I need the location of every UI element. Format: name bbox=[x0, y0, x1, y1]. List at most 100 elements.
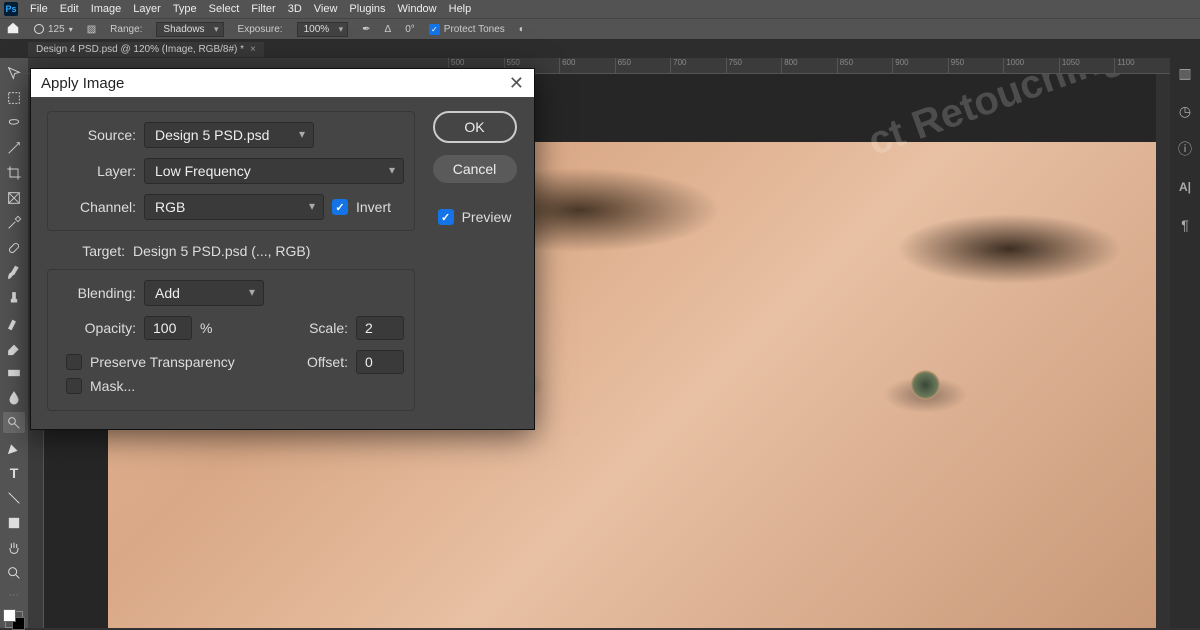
panel-char-icon[interactable]: A| bbox=[1176, 178, 1194, 196]
invert-label: Invert bbox=[356, 199, 391, 215]
ruler-tick: 750 bbox=[726, 58, 782, 73]
panel-color-icon[interactable]: ▥ bbox=[1176, 64, 1194, 82]
cancel-button[interactable]: Cancel bbox=[433, 155, 517, 183]
menu-3d[interactable]: 3D bbox=[288, 3, 302, 15]
brush-preset[interactable]: 125▾ bbox=[34, 24, 73, 35]
move-tool[interactable] bbox=[3, 62, 25, 83]
ruler-tick: 650 bbox=[615, 58, 671, 73]
exposure-label: Exposure: bbox=[238, 24, 283, 35]
brush-tool[interactable] bbox=[3, 262, 25, 283]
preview-checkbox[interactable] bbox=[438, 209, 454, 225]
offset-input[interactable]: 0 bbox=[356, 350, 404, 374]
menu-plugins[interactable]: Plugins bbox=[349, 3, 385, 15]
shape-tool[interactable] bbox=[3, 513, 25, 534]
marquee-tool[interactable] bbox=[3, 87, 25, 108]
eyedropper-tool[interactable] bbox=[3, 212, 25, 233]
source-label: Source: bbox=[58, 127, 136, 143]
path-tool[interactable] bbox=[3, 488, 25, 509]
layer-label: Layer: bbox=[58, 163, 136, 179]
dialog-titlebar[interactable]: Apply Image ✕ bbox=[31, 69, 534, 97]
menu-view[interactable]: View bbox=[314, 3, 338, 15]
mask-checkbox[interactable] bbox=[66, 378, 82, 394]
opacity-label: Opacity: bbox=[58, 320, 136, 336]
menu-image[interactable]: Image bbox=[91, 3, 122, 15]
scale-input[interactable]: 2 bbox=[356, 316, 404, 340]
offset-label: Offset: bbox=[307, 354, 348, 370]
range-select[interactable]: Shadows bbox=[156, 22, 223, 37]
angle-value[interactable]: 0° bbox=[405, 24, 415, 35]
stamp-tool[interactable] bbox=[3, 287, 25, 308]
type-tool[interactable]: T bbox=[3, 463, 25, 484]
invert-checkbox[interactable] bbox=[332, 199, 348, 215]
lasso-tool[interactable] bbox=[3, 112, 25, 133]
dodge-tool[interactable] bbox=[3, 412, 25, 433]
close-icon[interactable]: ✕ bbox=[509, 73, 524, 94]
scale-label: Scale: bbox=[309, 320, 348, 336]
ruler-tick: 700 bbox=[670, 58, 726, 73]
brush-size: 125 bbox=[48, 24, 65, 35]
airbrush-icon[interactable]: ✒ bbox=[362, 24, 370, 35]
blending-label: Blending: bbox=[58, 285, 136, 301]
color-swatch[interactable] bbox=[5, 611, 23, 628]
app-icon: Ps bbox=[4, 2, 18, 16]
menu-edit[interactable]: Edit bbox=[60, 3, 79, 15]
home-icon[interactable] bbox=[6, 21, 20, 38]
preserve-transparency-label: Preserve Transparency bbox=[90, 354, 235, 370]
opacity-suffix: % bbox=[200, 320, 212, 336]
doc-tab-label: Design 4 PSD.psd @ 120% (Image, RGB/8#) … bbox=[36, 44, 244, 55]
toolbox: T ⋯ bbox=[0, 58, 28, 628]
menu-help[interactable]: Help bbox=[449, 3, 472, 15]
blur-tool[interactable] bbox=[3, 387, 25, 408]
gradient-tool[interactable] bbox=[3, 362, 25, 383]
channel-select[interactable]: RGB bbox=[144, 194, 324, 220]
right-panel-bar: ▥ ◷ ⓘ A| ¶ bbox=[1170, 40, 1200, 628]
channel-label: Channel: bbox=[58, 199, 136, 215]
exposure-select[interactable]: 100% bbox=[297, 22, 349, 37]
protect-tones-label: Protect Tones bbox=[444, 24, 505, 35]
menu-window[interactable]: Window bbox=[398, 3, 437, 15]
target-label: Target: bbox=[47, 243, 125, 259]
ruler-tick: 950 bbox=[948, 58, 1004, 73]
apply-image-dialog: Apply Image ✕ Source: Design 5 PSD.psd L… bbox=[30, 68, 535, 430]
source-select[interactable]: Design 5 PSD.psd bbox=[144, 122, 314, 148]
tool-more[interactable]: ⋯ bbox=[9, 590, 19, 601]
hand-tool[interactable] bbox=[3, 538, 25, 559]
close-tab-icon[interactable]: × bbox=[250, 44, 256, 55]
zoom-tool[interactable] bbox=[3, 563, 25, 584]
menu-filter[interactable]: Filter bbox=[251, 3, 275, 15]
range-label: Range: bbox=[110, 24, 142, 35]
brush-preview-icon bbox=[34, 24, 44, 34]
menu-select[interactable]: Select bbox=[209, 3, 240, 15]
document-tabs: Design 4 PSD.psd @ 120% (Image, RGB/8#) … bbox=[0, 40, 1200, 58]
preserve-transparency-checkbox[interactable] bbox=[66, 354, 82, 370]
angle-label: Δ bbox=[385, 24, 392, 35]
panel-info-icon[interactable]: ⓘ bbox=[1176, 140, 1194, 158]
opacity-input[interactable]: 100 bbox=[144, 316, 192, 340]
layer-select[interactable]: Low Frequency bbox=[144, 158, 404, 184]
menu-file[interactable]: File bbox=[30, 3, 48, 15]
doc-tab[interactable]: Design 4 PSD.psd @ 120% (Image, RGB/8#) … bbox=[28, 42, 264, 57]
options-bar: 125▾ ▨ Range: Shadows Exposure: 100% ✒ Δ… bbox=[0, 18, 1200, 40]
eraser-tool[interactable] bbox=[3, 337, 25, 358]
preview-label: Preview bbox=[462, 209, 512, 225]
menu-type[interactable]: Type bbox=[173, 3, 197, 15]
ruler-tick: 1000 bbox=[1003, 58, 1059, 73]
menu-layer[interactable]: Layer bbox=[133, 3, 161, 15]
dialog-title: Apply Image bbox=[41, 75, 124, 92]
heal-tool[interactable] bbox=[3, 237, 25, 258]
wand-tool[interactable] bbox=[3, 137, 25, 158]
pen-tool[interactable] bbox=[3, 437, 25, 458]
frame-tool[interactable] bbox=[3, 187, 25, 208]
history-brush-tool[interactable] bbox=[3, 312, 25, 333]
crop-tool[interactable] bbox=[3, 162, 25, 183]
brush-panel-icon[interactable]: ▨ bbox=[87, 24, 96, 35]
ok-button[interactable]: OK bbox=[433, 111, 517, 143]
target-value: Design 5 PSD.psd (..., RGB) bbox=[133, 243, 310, 259]
tablet-icon[interactable]: ◐ bbox=[519, 24, 525, 35]
protect-tones-checkbox[interactable]: ✓Protect Tones bbox=[429, 24, 505, 35]
panel-learn-icon[interactable]: ◷ bbox=[1176, 102, 1194, 120]
ruler-tick: 800 bbox=[781, 58, 837, 73]
ruler-tick: 600 bbox=[559, 58, 615, 73]
blending-select[interactable]: Add bbox=[144, 280, 264, 306]
panel-para-icon[interactable]: ¶ bbox=[1176, 216, 1194, 234]
